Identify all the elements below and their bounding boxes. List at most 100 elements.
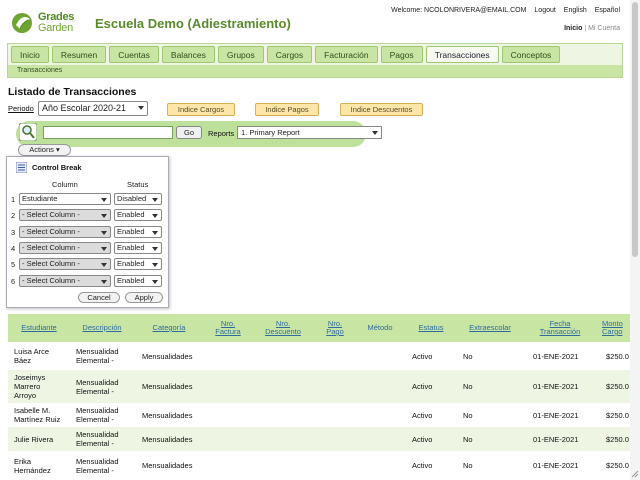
tab-inicio[interactable]: Inicio: [11, 46, 49, 63]
account-links: Inicio | Mi Cuenta: [564, 25, 620, 32]
chevron-down-icon: [101, 230, 107, 235]
cell-estudiante: Luisa Arce Báez: [14, 347, 72, 365]
school-name: Escuela Demo (Adiestramiento): [95, 16, 291, 31]
control-break-status-select[interactable]: Enabled: [114, 258, 162, 271]
actions-button[interactable]: Actions ▾: [18, 144, 71, 156]
cell-line: Báez: [14, 356, 32, 365]
cell-descripcion: Mensualidad Elemental -: [76, 378, 138, 396]
cell-line: Mensualidad: [76, 457, 119, 466]
header-estudiante[interactable]: Estudiante: [14, 324, 64, 332]
cell-line: Hernández: [14, 466, 51, 475]
control-break-column-select[interactable]: - Select Column -: [19, 274, 111, 287]
chevron-down-icon: [372, 131, 378, 135]
header-nro-factura[interactable]: Nro. Factura: [208, 320, 248, 336]
tab-resumen[interactable]: Resumen: [51, 46, 107, 63]
tab-cuentas[interactable]: Cuentas: [109, 46, 159, 63]
cell-line: Marrero: [14, 382, 41, 391]
control-break-status-select[interactable]: Enabled: [114, 274, 162, 287]
header-monto-line2: Cargo: [602, 327, 623, 336]
tab-facturaci-n[interactable]: Facturación: [315, 46, 378, 63]
control-break-column-select[interactable]: - Select Column -: [19, 241, 111, 254]
cell-line: Mensualidad: [76, 347, 119, 356]
grades-garden-logo[interactable]: Grades Garden: [10, 11, 82, 35]
brand-line-2: Garden: [38, 22, 73, 34]
control-break-status-value: Enabled: [117, 259, 145, 269]
subnav-transacciones[interactable]: Transacciones: [8, 65, 622, 77]
header-extraescolar[interactable]: Extraescolar: [464, 324, 516, 332]
go-button[interactable]: Go: [176, 126, 202, 139]
tab-conceptos[interactable]: Conceptos: [501, 46, 561, 63]
cell-estudiante: Joseimys Marrero Arroyo: [14, 373, 72, 400]
scrollbar-thumb[interactable]: [632, 2, 638, 257]
header-nro-pago[interactable]: Nro. Pago: [321, 320, 349, 336]
control-break-column-select[interactable]: - Select Column -: [19, 209, 111, 222]
cell-line: Mensualidad: [76, 406, 119, 415]
cancel-button[interactable]: Cancel: [78, 292, 120, 303]
header-monto[interactable]: Monto Cargo: [602, 320, 630, 336]
column-header: Column: [52, 180, 78, 189]
tab-transacciones[interactable]: Transacciones: [425, 46, 499, 63]
chevron-down-icon: [101, 263, 107, 268]
control-break-status-select[interactable]: Enabled: [114, 225, 162, 238]
cell-extraescolar: No: [463, 352, 473, 361]
cell-categoria: Mensualidades: [142, 382, 193, 391]
chevron-down-icon: [101, 246, 107, 251]
search-input[interactable]: [43, 126, 173, 139]
cell-descripcion: Mensualidad Elemental -: [76, 457, 138, 475]
control-break-column-select[interactable]: - Select Column -: [19, 258, 111, 271]
indice-descuentos-button[interactable]: Indice Descuentos: [340, 103, 423, 116]
table-row[interactable]: Luisa Arce Báez Mensualidad Elemental - Mens…: [8, 342, 630, 370]
cell-line: Elemental -: [76, 439, 114, 448]
control-break-column-value: - Select Column -: [22, 259, 80, 269]
indice-pagos-button[interactable]: Indice Pagos: [255, 103, 319, 116]
tab-cargos[interactable]: Cargos: [266, 46, 313, 63]
table-row[interactable]: Joseimys Marrero Arroyo Mensualidad Elementa…: [8, 370, 630, 403]
header-nro-descuento-line2: Descuento: [265, 327, 301, 336]
caret-down-icon: ▾: [55, 145, 60, 154]
mi-cuenta-link[interactable]: Mi Cuenta: [588, 25, 620, 32]
header-descripcion[interactable]: Descripción: [76, 324, 128, 332]
header-fecha[interactable]: Fecha Transacción: [534, 320, 586, 336]
apply-button[interactable]: Apply: [125, 292, 163, 303]
control-break-status-select[interactable]: Disabled: [114, 193, 162, 205]
control-break-status-select[interactable]: Enabled: [114, 209, 162, 222]
header-fecha-line2: Transacción: [539, 327, 581, 336]
table-row[interactable]: Erika Hernández Mensualidad Elemental - Mens…: [8, 451, 630, 480]
tab-grupos[interactable]: Grupos: [217, 46, 264, 63]
control-break-row-number: 2: [11, 211, 16, 221]
vertical-scrollbar[interactable]: [630, 0, 640, 480]
espanol-link[interactable]: Español: [595, 7, 620, 14]
cell-estudiante: Erika Hernández: [14, 457, 72, 475]
status-header: Status: [127, 180, 149, 189]
control-break-row-number: 3: [11, 227, 16, 237]
report-selected: 1. Primary Report: [241, 128, 300, 137]
header-nro-descuento[interactable]: Nro. Descuento: [258, 320, 308, 336]
english-link[interactable]: English: [564, 7, 587, 14]
period-select[interactable]: Año Escolar 2020-21: [38, 101, 148, 116]
cell-extraescolar: No: [463, 435, 473, 444]
cell-estatus: Activo: [412, 382, 433, 391]
indice-cargos-button[interactable]: Indice Cargos: [167, 103, 235, 116]
logout-link[interactable]: Logout: [534, 7, 555, 14]
control-break-status-select[interactable]: Enabled: [114, 241, 162, 254]
control-break-column-select[interactable]: - Select Column -: [19, 225, 111, 238]
control-break-row-number: 4: [11, 243, 16, 253]
top-links: Welcome: NCOLONRIVERA@EMAIL.COM Logout E…: [391, 7, 620, 14]
tab-pagos[interactable]: Pagos: [380, 46, 423, 63]
control-break-status-value: Enabled: [117, 242, 145, 252]
table-row[interactable]: Julie Rivera Mensualidad Elemental - Mensua…: [8, 427, 630, 451]
control-break-column-select[interactable]: Estudiante: [19, 193, 111, 205]
control-break-row-number: 1: [11, 195, 16, 204]
resize-grip-icon[interactable]: [629, 468, 639, 478]
cell-monto: $250.0: [606, 435, 629, 444]
reports-select[interactable]: 1. Primary Report: [237, 126, 382, 139]
cell-line: Elemental -: [76, 415, 114, 424]
search-icon[interactable]: [19, 123, 37, 141]
inicio-link[interactable]: Inicio: [564, 25, 582, 32]
header-categoria[interactable]: Categoría: [146, 324, 192, 332]
table-row[interactable]: Isabelle M. Martínez Ruiz Mensualidad Eleme…: [8, 403, 630, 427]
header-estatus[interactable]: Estatus: [414, 324, 448, 332]
chevron-down-icon: [101, 279, 107, 284]
chevron-down-icon: [101, 214, 107, 219]
tab-balances[interactable]: Balances: [161, 46, 215, 63]
